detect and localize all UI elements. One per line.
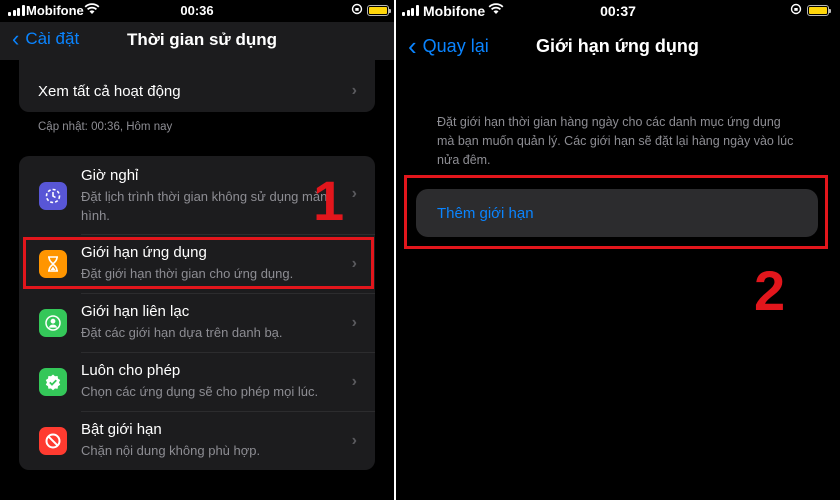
step-number-2: 2 <box>754 259 786 322</box>
chevron-right-icon: › <box>351 373 357 390</box>
list-item-communication-limits[interactable]: Giới hạn liên lạc Đặt các giới hạn dựa t… <box>19 294 375 352</box>
highlight-box <box>404 175 828 249</box>
page-title: Giới hạn ứng dụng <box>536 36 699 56</box>
status-time: 00:36 <box>180 3 214 18</box>
list-item-always-allowed[interactable]: Luôn cho phép Chọn các ứng dụng sẽ cho p… <box>19 353 375 411</box>
item-subtitle: Chặn nội dung không phù hợp. <box>81 443 261 458</box>
contact-icon <box>39 309 67 337</box>
chevron-right-icon: › <box>351 82 357 99</box>
status-bar: Mobifone 00:37 <box>396 0 840 22</box>
back-button[interactable]: ‹ Quay lại <box>408 33 489 59</box>
item-subtitle: Chọn các ứng dụng sẽ cho phép mọi lúc. <box>81 384 319 399</box>
checkmark-shield-icon <box>39 368 67 396</box>
step-number-1: 1 <box>313 169 345 232</box>
back-label: Quay lại <box>422 35 489 56</box>
item-title: Bật giới hạn <box>81 421 162 438</box>
see-all-activity-row[interactable]: Xem tất cả hoạt động › <box>19 52 375 112</box>
orientation-lock-icon <box>790 3 802 18</box>
back-button[interactable]: ‹ Cài đặt <box>12 28 79 50</box>
downtime-icon <box>39 182 67 210</box>
screen-time-screen: Mobifone 00:36 ‹ Cài đặt Thời gian sử dụ… <box>0 0 394 500</box>
item-subtitle: Đặt lịch trình thời gian không sử dụng m… <box>81 189 328 223</box>
status-time: 00:37 <box>600 3 636 19</box>
description-text: Đặt giới hạn thời gian hàng ngày cho các… <box>437 115 794 167</box>
list-item-content-restrictions[interactable]: Bật giới hạn Chặn nội dung không phù hợp… <box>19 412 375 470</box>
orientation-lock-icon <box>351 3 363 18</box>
app-limits-screen: Mobifone 00:37 ‹ Quay lại Giới hạn ứng d… <box>396 0 840 500</box>
chevron-right-icon: › <box>351 314 357 331</box>
item-title: Giờ nghỉ <box>81 167 139 184</box>
page-title: Thời gian sử dụng <box>127 30 277 49</box>
battery-icon <box>367 5 391 16</box>
chevron-right-icon: › <box>351 185 357 202</box>
back-label: Cài đặt <box>25 29 80 48</box>
restriction-icon <box>39 427 67 455</box>
highlight-box <box>23 237 374 289</box>
battery-icon <box>807 5 831 16</box>
item-title: Giới hạn liên lạc <box>81 303 190 320</box>
status-bar: Mobifone 00:36 <box>0 0 394 22</box>
chevron-left-icon: ‹ <box>408 31 417 61</box>
item-title: Luôn cho phép <box>81 362 181 379</box>
item-subtitle: Đặt các giới hạn dựa trên danh bạ. <box>81 325 283 340</box>
updated-caption: Cập nhật: 00:36, Hôm nay <box>38 121 173 133</box>
see-all-activity-label: Xem tất cả hoạt động <box>38 83 181 100</box>
navigation-bar: ‹ Quay lại Giới hạn ứng dụng <box>396 22 840 60</box>
chevron-right-icon: › <box>351 432 357 449</box>
chevron-left-icon: ‹ <box>12 26 20 51</box>
